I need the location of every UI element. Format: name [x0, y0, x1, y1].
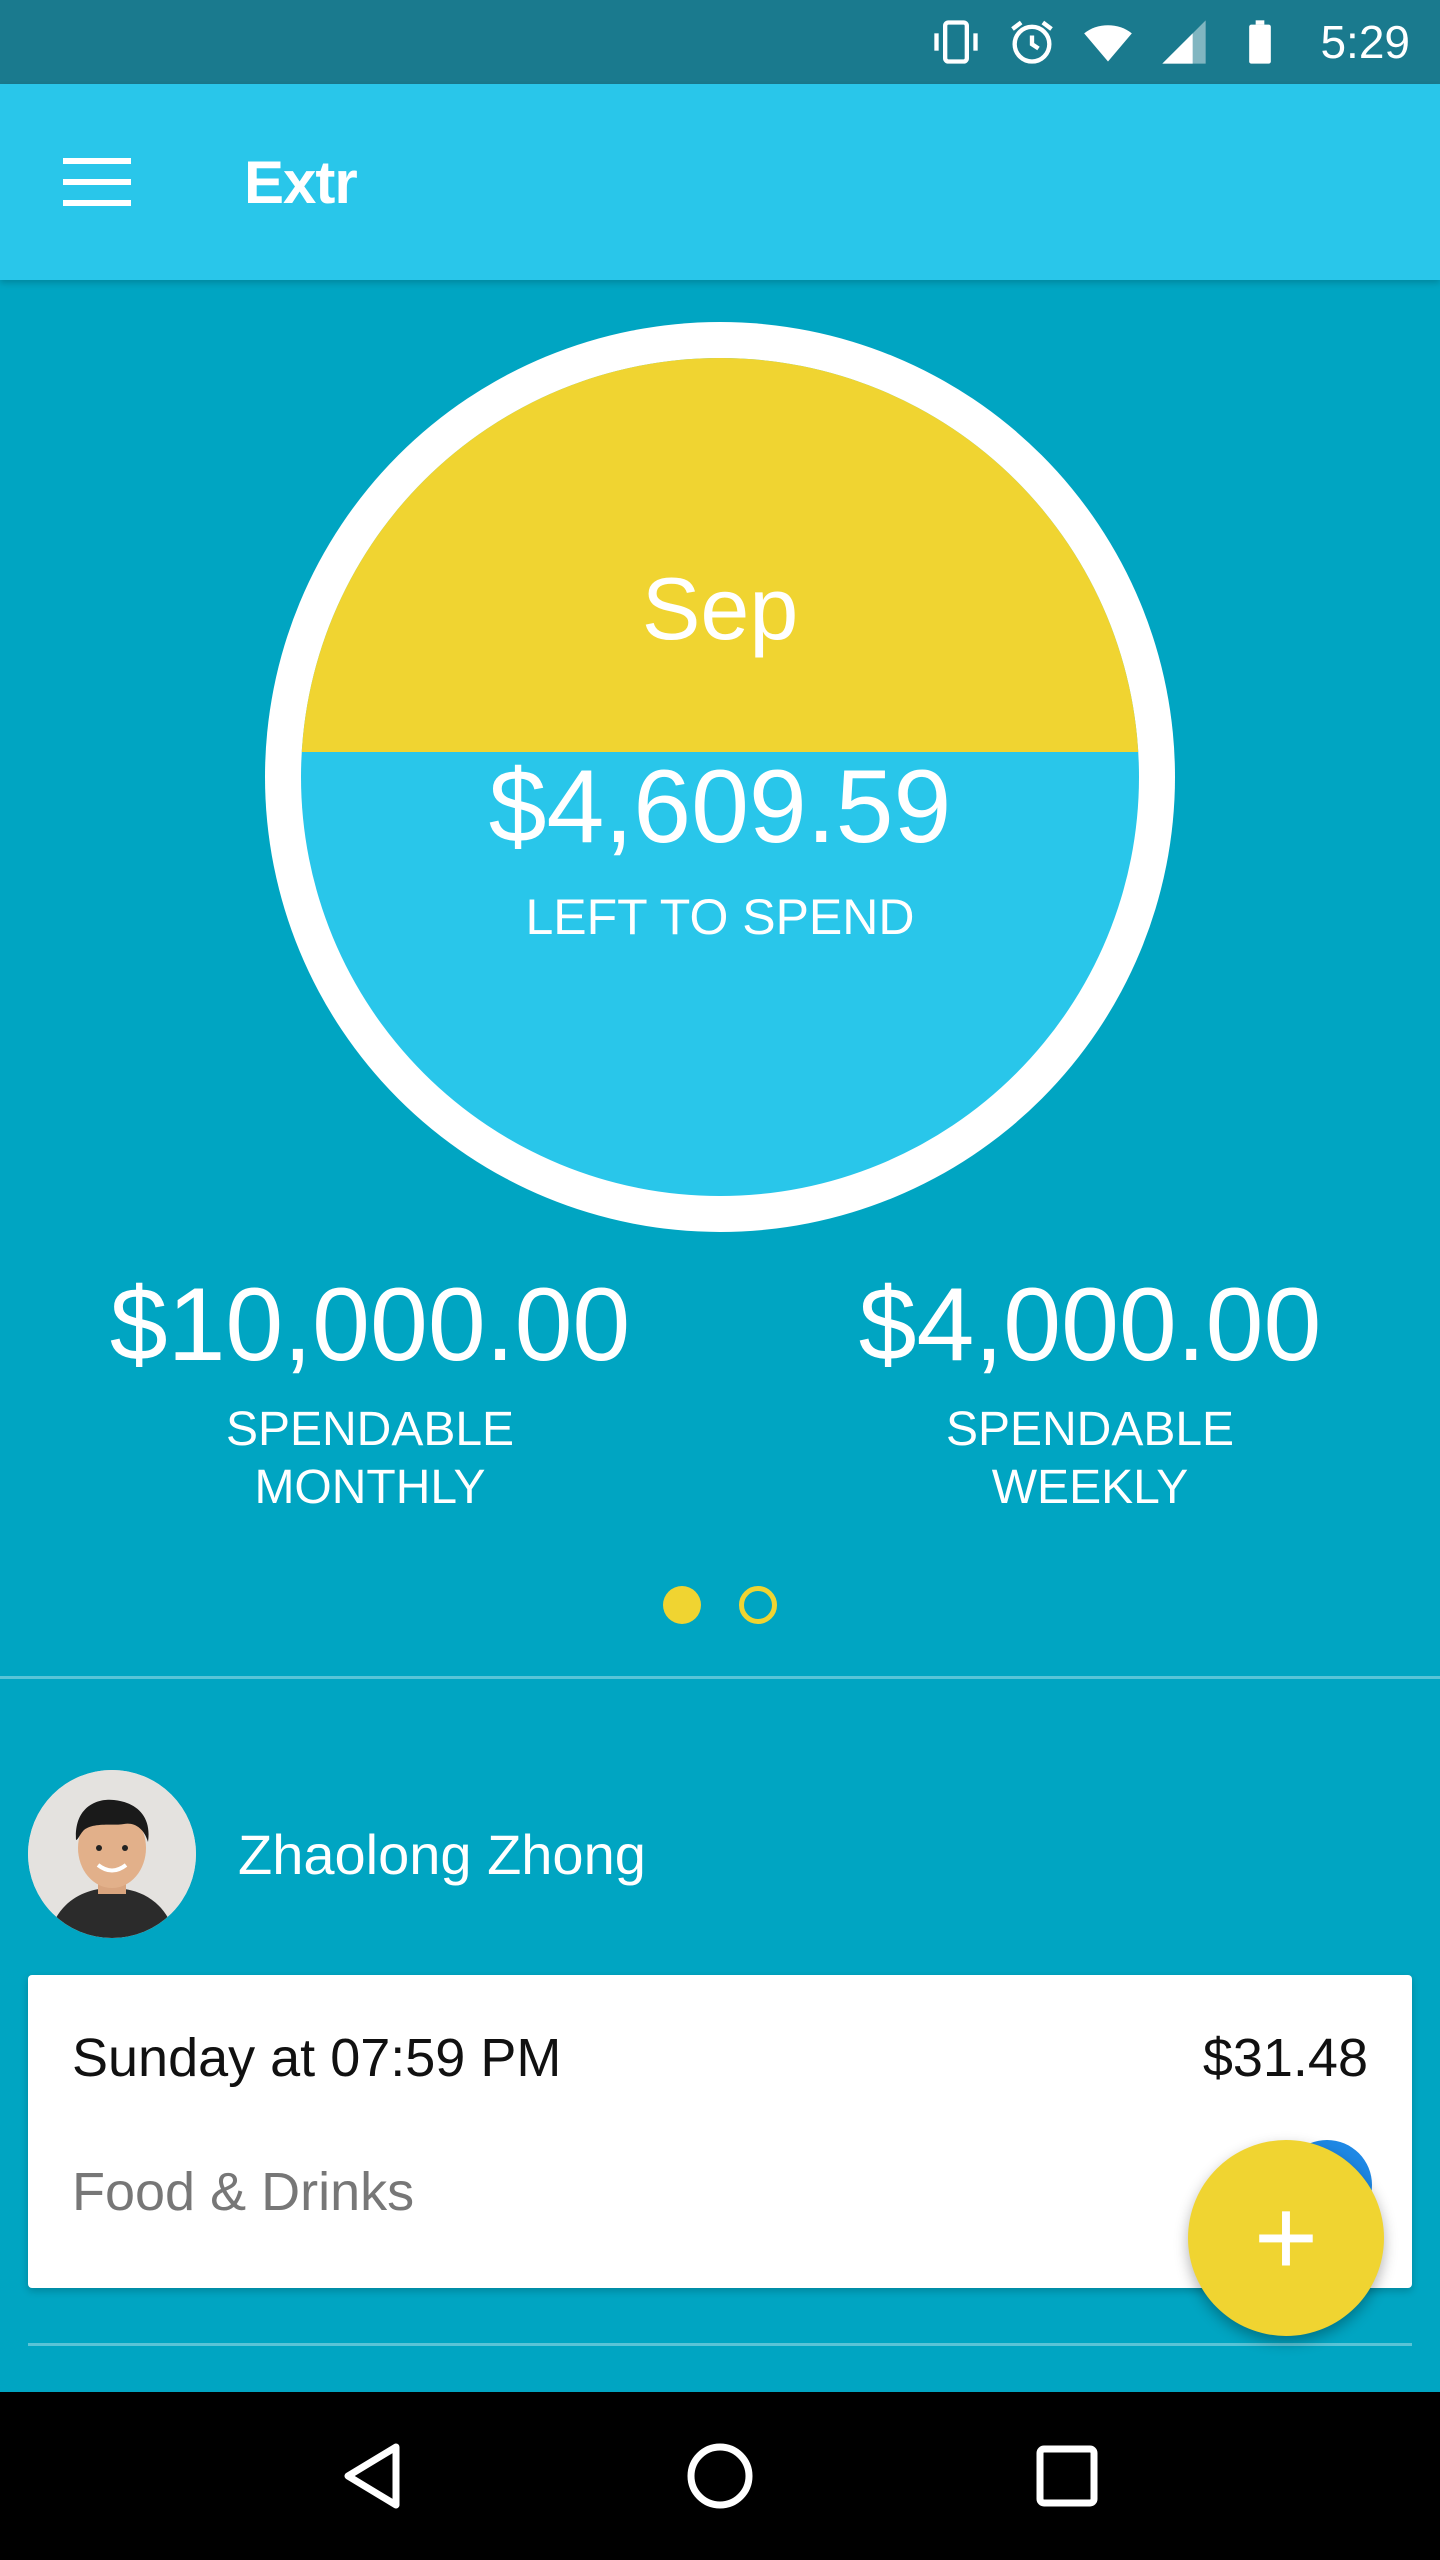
status-bar: 5:29 [0, 0, 1440, 84]
app-title: Extr [244, 148, 358, 216]
budget-month: Sep [641, 559, 799, 658]
screen: 5:29 Extr Sep $4,609.59 LEFT TO SPEND $1… [0, 0, 1440, 2560]
monthly-amount: $10,000.00 [109, 1267, 631, 1383]
weekly-label-line1: SPENDABLE [945, 1403, 1235, 1456]
app-bar: Extr [0, 84, 1440, 280]
transaction-category: Food & Drinks [72, 2162, 415, 2222]
status-time: 5:29 [1320, 16, 1410, 68]
wifi-icon [1082, 16, 1134, 68]
monthly-label-line1: SPENDABLE [225, 1403, 515, 1456]
weekly-label-line2: WEEKLY [991, 1461, 1189, 1514]
budget-spent-fill [301, 358, 1139, 752]
person-name: Zhaolong Zhong [238, 1822, 646, 1886]
left-to-spend-amount: $4,609.59 [488, 749, 952, 865]
budget-circle-inner: Sep $4,609.59 LEFT TO SPEND [301, 358, 1139, 1196]
battery-icon [1234, 16, 1286, 68]
monthly-label: SPENDABLE MONTHLY [60, 1401, 680, 1517]
system-nav-bar [0, 2392, 1440, 2560]
plus-icon: + [1253, 2176, 1319, 2299]
transaction-date: Sunday at 07:59 PM [72, 2028, 562, 2088]
stat-weekly: $4,000.00 SPENDABLE WEEKLY [780, 1265, 1400, 1517]
add-transaction-button[interactable]: + [1188, 2140, 1384, 2336]
page-dot-1[interactable] [663, 1586, 701, 1624]
recents-icon[interactable] [1022, 2431, 1112, 2521]
page-dot-2[interactable] [739, 1586, 777, 1624]
stat-monthly: $10,000.00 SPENDABLE MONTHLY [60, 1265, 680, 1517]
weekly-amount: $4,000.00 [858, 1267, 1322, 1383]
avatar [28, 1770, 196, 1938]
person-header: Zhaolong Zhong [28, 1770, 646, 1938]
home-icon[interactable] [675, 2431, 765, 2521]
vibrate-icon [930, 16, 982, 68]
budget-circle[interactable]: Sep $4,609.59 LEFT TO SPEND [265, 322, 1175, 1232]
weekly-label: SPENDABLE WEEKLY [780, 1401, 1400, 1517]
hamburger-menu-icon[interactable] [62, 147, 132, 217]
alarm-icon [1006, 16, 1058, 68]
transaction-amount: $31.48 [1202, 2028, 1368, 2088]
signal-icon [1158, 16, 1210, 68]
left-to-spend-label: LEFT TO SPEND [525, 889, 915, 945]
page-indicator [0, 1586, 1440, 1624]
section-divider [0, 1676, 1440, 1679]
monthly-label-line2: MONTHLY [254, 1461, 486, 1514]
list-divider [28, 2343, 1412, 2346]
back-icon[interactable] [328, 2431, 418, 2521]
